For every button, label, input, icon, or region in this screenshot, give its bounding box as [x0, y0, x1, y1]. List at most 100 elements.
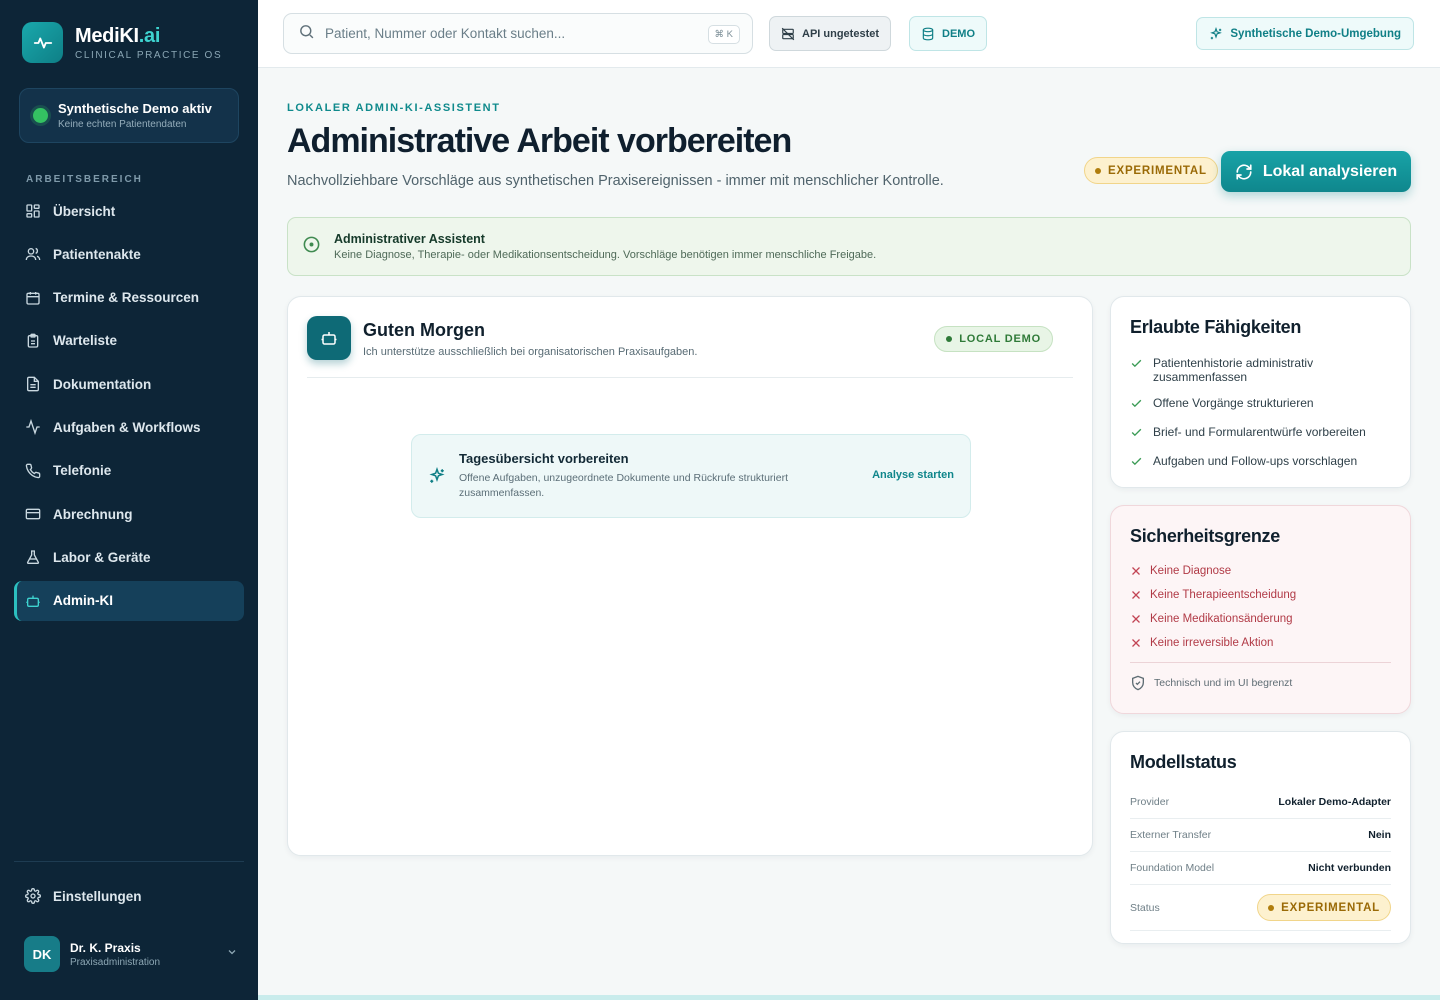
demo-mode-button[interactable]: DEMO [909, 16, 987, 51]
chat-header: Guten Morgen Ich unterstütze ausschließl… [307, 316, 1073, 378]
x-icon [1130, 637, 1142, 649]
sidebar: MediKI.ai CLINICAL PRACTICE OS Synthetis… [0, 0, 258, 1000]
pulse-logo-icon [22, 22, 63, 63]
list-item: Brief- und Formularentwürfe vorbereiten [1130, 425, 1391, 442]
status-badge-label: EXPERIMENTAL [1281, 901, 1380, 914]
user-menu[interactable]: DK Dr. K. Praxis Praxisadministration [24, 936, 238, 972]
divider [1130, 662, 1391, 663]
capability-text: Offene Vorgänge strukturieren [1153, 396, 1314, 410]
sidebar-item-label: Übersicht [53, 203, 116, 219]
search-box[interactable]: ⌘ K [283, 13, 753, 54]
status-badge: EXPERIMENTAL [1257, 894, 1391, 921]
credit-card-icon [25, 506, 41, 522]
sidebar-item-label: Termine & Ressourcen [53, 290, 200, 306]
sidebar-item-labor[interactable]: Labor & Geräte [14, 537, 244, 577]
assistant-chat-panel: Guten Morgen Ich unterstütze ausschließl… [287, 296, 1093, 856]
capability-text: Patientenhistorie administrativ zusammen… [1153, 356, 1314, 384]
search-shortcut: ⌘ K [707, 25, 740, 44]
sidebar-item-telefonie[interactable]: Telefonie [14, 451, 244, 491]
search-icon [298, 23, 315, 45]
bottom-accent-strip [258, 995, 1440, 1000]
start-analysis-button[interactable]: Analyse starten [872, 469, 954, 481]
local-demo-label: LOCAL DEMO [959, 333, 1041, 345]
page-subtitle: Nachvollziehbare Vorschläge aus syntheti… [287, 173, 944, 189]
capability-text: Aufgaben und Follow-ups vorschlagen [1153, 454, 1358, 468]
sidebar-item-patientenakte[interactable]: Patientenakte [14, 234, 244, 274]
analyze-button-label: Lokal analysieren [1262, 162, 1398, 180]
api-status-button[interactable]: API ungetestet [769, 16, 892, 51]
user-role: Praxisadministration [70, 956, 161, 968]
badge-dot-icon [1095, 167, 1101, 174]
phone-icon [25, 463, 41, 479]
brand-name: MediKI.ai [75, 24, 161, 47]
demo-status-subtitle: Keine echten Patientendaten [58, 119, 187, 130]
clipboard-icon [25, 333, 41, 349]
sidebar-item-aufgaben[interactable]: Aufgaben & Workflows [14, 407, 244, 447]
status-badge-label: EXPERIMENTAL [1108, 164, 1207, 177]
table-row: Foundation Model Nicht verbunden [1130, 852, 1391, 885]
list-item: Keine Medikationsänderung [1130, 612, 1391, 626]
sidebar-item-label: Telefonie [53, 463, 112, 479]
badge-dot-icon [946, 336, 953, 342]
capabilities-title: Erlaubte Fähigkeiten [1130, 317, 1302, 337]
row-key: Provider [1130, 796, 1170, 808]
api-status-label: API ungetestet [802, 27, 880, 40]
bot-icon [307, 316, 351, 360]
model-status-title: Modellstatus [1130, 752, 1237, 772]
list-item: Aufgaben und Follow-ups vorschlagen [1130, 454, 1391, 471]
gear-icon [25, 888, 41, 904]
sidebar-item-label: Dokumentation [53, 376, 152, 392]
flask-icon [25, 549, 41, 565]
safety-footer: Technisch und im UI begrenzt [1130, 675, 1391, 691]
row-key: Foundation Model [1130, 862, 1215, 874]
activity-icon [25, 419, 41, 436]
nav-section-label: ARBEITSBEREICH [26, 174, 143, 185]
database-icon [921, 27, 935, 41]
safety-text: Keine Medikationsänderung [1150, 613, 1293, 625]
status-badge: EXPERIMENTAL [1084, 157, 1218, 184]
safety-text: Keine Therapieentscheidung [1150, 589, 1297, 601]
suggestion-title: Tagesübersicht vorbereiten [459, 451, 629, 466]
x-icon [1130, 565, 1142, 577]
shield-check-icon [1130, 675, 1146, 691]
list-item: Keine Diagnose [1130, 564, 1391, 578]
brand[interactable]: MediKI.ai CLINICAL PRACTICE OS [22, 22, 222, 63]
sidebar-settings: Einstellungen [14, 876, 244, 919]
check-icon [1130, 357, 1144, 373]
sidebar-item-label: Aufgaben & Workflows [53, 419, 201, 435]
sidebar-item-uebersicht[interactable]: Übersicht [14, 191, 244, 231]
chat-subtitle: Ich unterstütze ausschließlich bei organ… [363, 346, 698, 358]
safety-footer-text: Technisch und im UI begrenzt [1154, 677, 1293, 689]
safety-text: Keine irreversible Aktion [1150, 637, 1274, 649]
list-item: Keine irreversible Aktion [1130, 636, 1391, 650]
x-icon [1130, 613, 1142, 625]
capability-text: Brief- und Formularentwürfe vorbereiten [1153, 425, 1366, 439]
notice-text: Keine Diagnose, Therapie- oder Medikatio… [334, 249, 877, 261]
analyze-locally-button[interactable]: Lokal analysieren [1221, 151, 1411, 192]
chat-greeting: Guten Morgen [363, 320, 485, 340]
sidebar-item-label: Labor & Geräte [53, 549, 151, 565]
table-row: Externer Transfer Nein [1130, 819, 1391, 852]
sidebar-divider [14, 861, 244, 862]
sidebar-item-label: Einstellungen [53, 888, 142, 904]
check-icon [1130, 426, 1144, 442]
sidebar-item-abrechnung[interactable]: Abrechnung [14, 494, 244, 534]
search-input[interactable] [325, 26, 685, 41]
sidebar-item-warteliste[interactable]: Warteliste [14, 321, 244, 361]
list-item: Patientenhistorie administrativ zusammen… [1130, 356, 1391, 384]
info-circle-icon [302, 235, 321, 259]
sidebar-item-termine[interactable]: Termine & Ressourcen [14, 278, 244, 318]
status-dot-icon [33, 108, 48, 123]
sidebar-item-einstellungen[interactable]: Einstellungen [14, 876, 244, 916]
sidebar-item-dokumentation[interactable]: Dokumentation [14, 364, 244, 404]
calendar-icon [25, 290, 41, 306]
sidebar-item-admin-ki[interactable]: Admin-KI [14, 580, 244, 621]
check-icon [1130, 397, 1144, 413]
suggestion-card[interactable]: Tagesübersicht vorbereiten Offene Aufgab… [411, 434, 971, 518]
model-status-card: Modellstatus Provider Lokaler Demo-Adapt… [1110, 731, 1411, 944]
notice-title: Administrativer Assistent [334, 232, 485, 246]
chevron-down-icon[interactable] [226, 945, 238, 963]
safety-text: Keine Diagnose [1150, 565, 1232, 577]
environment-button[interactable]: Synthetische Demo-Umgebung [1196, 17, 1414, 50]
document-icon [25, 376, 41, 392]
